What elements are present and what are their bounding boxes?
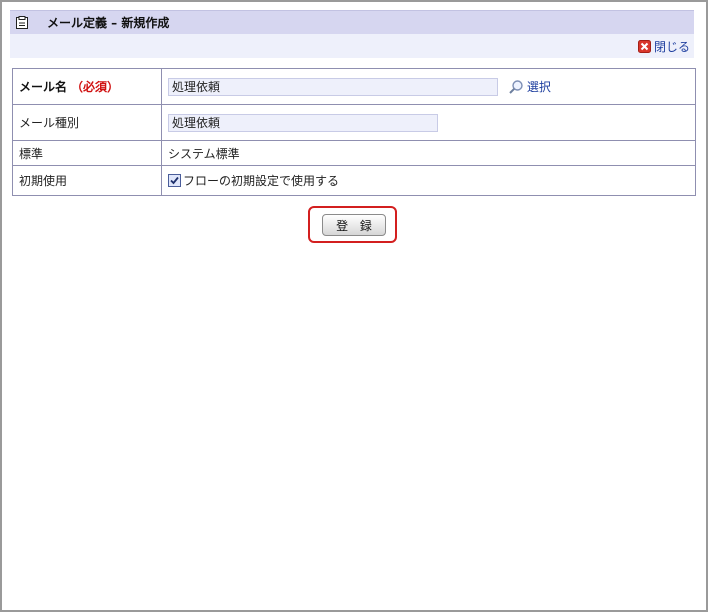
mail-name-input[interactable] [168, 77, 498, 96]
toolbar: 閉じる [10, 34, 694, 58]
close-button[interactable]: 閉じる [637, 38, 690, 55]
mail-definition-form: メール名（必須） 選択 メール種別 標準 システム標準 初期使用 [12, 68, 696, 196]
initial-use-checkbox-label: フローの初期設定で使用する [183, 174, 340, 188]
page-title: メール定義 – 新規作成 [47, 16, 170, 30]
checkmark-icon [170, 176, 179, 185]
row-mail-name: メール名（必須） 選択 [12, 68, 696, 105]
mail-type-input[interactable] [168, 113, 438, 132]
mail-name-label: メール名 （必須） [12, 68, 162, 105]
mail-type-label: メール種別 [12, 104, 162, 141]
standard-value: システム標準 [161, 140, 696, 166]
select-button[interactable]: 選択 [508, 78, 551, 95]
initial-use-label: 初期使用 [12, 165, 162, 196]
initial-use-cell: フローの初期設定で使用する [161, 165, 696, 196]
required-mark: （必須） [71, 80, 120, 94]
initial-use-checkbox[interactable] [168, 174, 181, 187]
close-icon [637, 39, 651, 53]
mail-type-cell [161, 104, 696, 141]
row-mail-type: メール種別 [12, 104, 696, 141]
select-label: 選択 [526, 80, 551, 94]
standard-label: 標準 [12, 140, 162, 166]
row-standard: 標準 システム標準 [12, 140, 696, 166]
row-initial-use: 初期使用 フローの初期設定で使用する [12, 165, 696, 196]
title-bar: メール定義 – 新規作成 [10, 10, 694, 34]
close-label: 閉じる [653, 39, 690, 54]
magnifier-icon [509, 79, 523, 94]
document-icon [15, 15, 29, 30]
mail-name-label-text: メール名 [19, 80, 68, 94]
mail-name-cell: 選択 [161, 68, 696, 105]
register-button[interactable]: 登 録 [322, 214, 386, 236]
